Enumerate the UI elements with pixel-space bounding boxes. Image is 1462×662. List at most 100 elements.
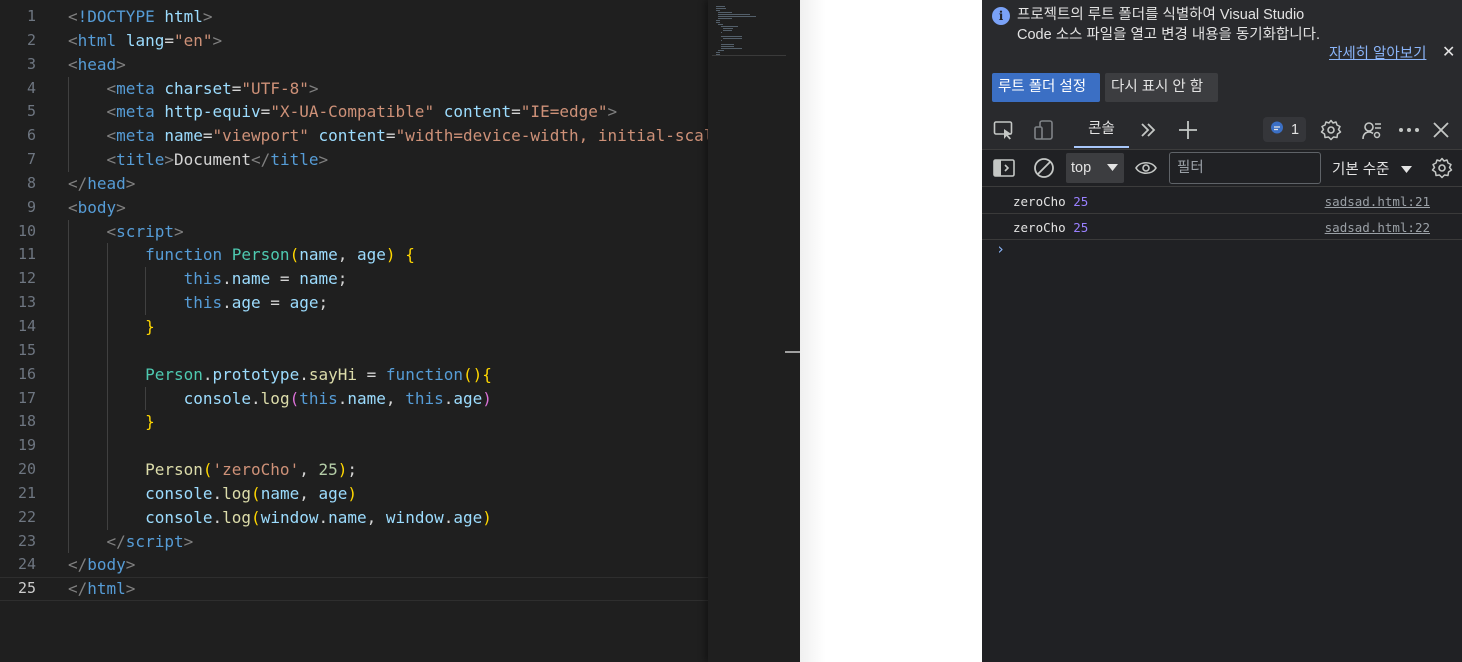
code-line[interactable]: 6 <meta name="viewport" content="width=d… — [0, 124, 713, 149]
code-token: = — [511, 102, 521, 122]
code-line[interactable]: 25 </html> — [0, 577, 708, 601]
chevron-double-right-icon[interactable] — [1136, 119, 1160, 141]
code-line[interactable]: 4 <meta charset="UTF-8"> — [0, 76, 708, 101]
log-text: zeroCho — [1013, 194, 1066, 209]
code-line[interactable]: 13 this.age = age; — [0, 291, 708, 315]
minimap[interactable] — [708, 0, 800, 662]
code-token: log — [222, 483, 252, 503]
code-token: < — [106, 78, 117, 98]
code-line[interactable]: 2 <html lang="en"> — [0, 29, 708, 53]
code-token: < — [106, 150, 117, 170]
more-options-icon[interactable] — [1397, 119, 1421, 141]
code-token: } — [145, 316, 155, 336]
tab-console[interactable]: 콘솔 — [1074, 110, 1129, 148]
code-token: function — [385, 364, 463, 384]
line-number: 16 — [17, 364, 36, 383]
log-levels-selector[interactable]: 기본 수준 — [1332, 158, 1413, 179]
code-token: function — [145, 245, 223, 265]
code-line[interactable]: 5 <meta http-equiv="X-UA-Compatible" con… — [0, 100, 708, 125]
code-lines[interactable]: 1 <!DOCTYPE html> 2 <html lang="en"> 3 <head>… — [0, 5, 714, 601]
code-line[interactable]: 16 Person.prototype.sayHi = function(){ — [0, 362, 708, 387]
plus-icon[interactable] — [1176, 119, 1200, 141]
customize-icon[interactable] — [1360, 119, 1384, 141]
code-line[interactable]: 24 </body> — [0, 553, 708, 577]
line-number: 10 — [17, 221, 36, 240]
inspect-element-icon[interactable] — [992, 119, 1016, 141]
code-token: content — [443, 102, 512, 122]
code-text: this.age = age; — [68, 291, 329, 315]
code-line[interactable]: 3 <head> — [0, 53, 708, 77]
code-line[interactable]: 14 } — [0, 314, 708, 339]
learn-more-link[interactable]: 자세히 알아보기 — [1329, 42, 1426, 63]
code-token: prototype — [212, 364, 300, 384]
context-selector[interactable]: top — [1066, 153, 1124, 183]
code-token: "X-UA-Compatible" — [270, 102, 435, 122]
minimap-slider[interactable] — [712, 4, 786, 56]
code-text: console.log(this.name, this.age) — [68, 387, 492, 411]
code-token: = — [164, 30, 174, 50]
code-line[interactable]: 7 <title>Document</title> — [0, 148, 708, 172]
code-token: > — [125, 173, 136, 193]
console-prompt-icon[interactable]: › — [996, 240, 1005, 258]
gear-icon[interactable] — [1319, 119, 1343, 141]
devtools-panel: i 프로젝트의 루트 폴더를 식별하여 Visual Studio Code 소… — [982, 0, 1462, 662]
code-token: log — [260, 388, 290, 408]
sidebar-toggle-icon[interactable] — [992, 157, 1016, 179]
code-line[interactable]: 1 <!DOCTYPE html> — [0, 5, 708, 29]
code-line[interactable]: 9 <body> — [0, 196, 708, 220]
code-text: console.log(name, age) — [68, 482, 357, 506]
code-line[interactable]: 12 this.name = name; — [0, 267, 708, 292]
code-text: <meta http-equiv="X-UA-Compatible" conte… — [68, 100, 618, 124]
code-text: <script> — [68, 220, 184, 244]
code-line[interactable]: 10 <script> — [0, 219, 708, 244]
filter-input[interactable] — [1169, 152, 1321, 184]
code-token: . — [299, 364, 309, 384]
code-token: Person — [231, 245, 290, 265]
code-token: name — [347, 388, 386, 408]
close-icon[interactable]: ✕ — [1442, 42, 1455, 62]
code-line[interactable]: 8 </head> — [0, 172, 708, 196]
code-token: </ — [68, 173, 88, 193]
code-line[interactable]: 15 — [0, 338, 708, 363]
code-token: html — [164, 7, 203, 26]
source-link[interactable]: sadsad.html:21 — [1325, 194, 1430, 209]
dont-show-again-button[interactable]: 다시 표시 안 함 — [1105, 73, 1218, 102]
console-output[interactable]: zeroCho 25 sadsad.html:21 zeroCho 25 sad… — [982, 188, 1462, 258]
code-text: </html> — [68, 577, 135, 601]
set-root-folder-button[interactable]: 루트 폴더 설정 — [992, 73, 1100, 102]
line-number: 9 — [26, 197, 36, 216]
code-token: this — [183, 269, 223, 289]
issues-badge[interactable]: 1 — [1263, 117, 1306, 142]
console-settings-gear-icon[interactable] — [1430, 157, 1454, 179]
code-line[interactable]: 11 function Person(name, age) { — [0, 243, 708, 268]
code-line[interactable]: 20 Person('zeroCho', 25); — [0, 458, 708, 482]
code-line[interactable]: 19 — [0, 434, 708, 459]
code-token: ( — [289, 245, 300, 265]
live-expression-icon[interactable] — [1134, 157, 1158, 179]
code-line[interactable]: 22 console.log(window.name, window.age) — [0, 505, 708, 530]
code-token: age — [453, 507, 483, 527]
clear-console-icon[interactable] — [1032, 157, 1056, 179]
scrollbar-position-marker[interactable] — [785, 351, 800, 353]
code-editor[interactable]: 1 <!DOCTYPE html> 2 <html lang="en"> 3 <head>… — [0, 0, 800, 662]
workspace-infobar: i 프로젝트의 루트 폴더를 식별하여 Visual Studio Code 소… — [982, 0, 1462, 110]
code-token: { — [405, 245, 415, 265]
code-line[interactable]: 18 } — [0, 410, 708, 435]
code-line[interactable]: 17 console.log(this.name, this.age) — [0, 386, 708, 411]
code-token: window — [260, 507, 319, 527]
code-token: = — [202, 126, 213, 146]
indent-guide — [68, 338, 69, 363]
code-line[interactable]: 21 console.log(name, age) — [0, 481, 708, 506]
indent-guide — [68, 434, 69, 459]
code-line[interactable]: 23 </script> — [0, 529, 708, 554]
device-toolbar-icon[interactable] — [1032, 119, 1056, 141]
code-token: 25 — [318, 460, 338, 480]
code-token: html — [77, 30, 117, 50]
source-link[interactable]: sadsad.html:22 — [1325, 220, 1430, 235]
line-number: 12 — [17, 269, 36, 288]
code-token: meta — [116, 126, 155, 146]
close-devtools-icon[interactable] — [1429, 119, 1453, 141]
